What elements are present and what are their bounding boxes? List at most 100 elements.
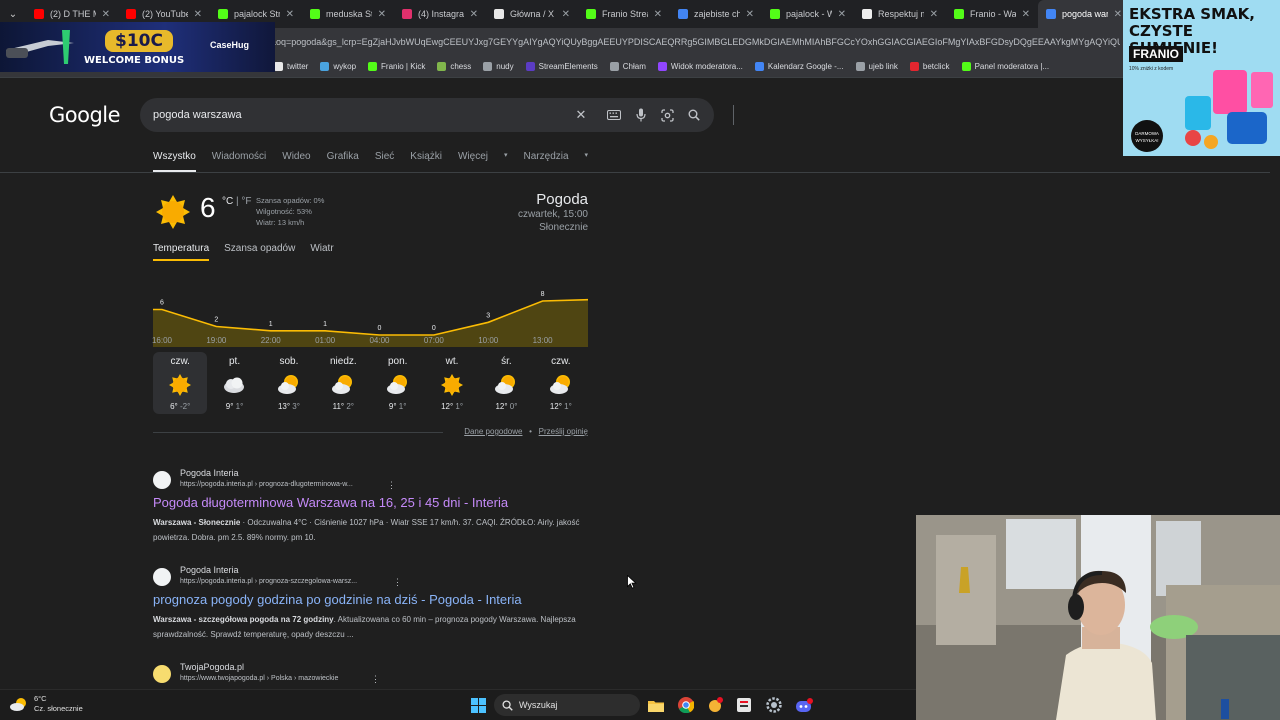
bookmark-item[interactable]: chess — [437, 62, 471, 71]
chrome-icon[interactable] — [676, 695, 696, 715]
bookmark-item[interactable]: Chłam — [609, 62, 646, 71]
forecast-day[interactable]: pt. 9° 1° — [207, 352, 261, 414]
url-field[interactable]: &oq=pogoda&gs_lcrp=EgZjaHJvbWUqEwgCEEUYJ… — [270, 32, 1120, 52]
temperature-unit-switch[interactable]: °C | °F — [222, 196, 252, 207]
nav-tab-0[interactable]: Wszystko — [153, 151, 196, 172]
forecast-high: 13° — [277, 402, 291, 411]
browser-tab[interactable]: meduska Stre ✕ — [302, 0, 394, 28]
nav-tab-3[interactable]: Grafika — [327, 151, 359, 172]
weather-data-link[interactable]: Dane pogodowe — [464, 427, 522, 436]
tab-close-icon[interactable]: ✕ — [378, 9, 386, 20]
tab-close-icon[interactable]: ✕ — [102, 9, 110, 20]
nav-tab-4[interactable]: Sieć — [375, 151, 394, 172]
more-options-icon[interactable]: ⋮ — [393, 577, 402, 588]
tab-close-icon[interactable]: ✕ — [194, 9, 202, 20]
bookmark-label: chess — [450, 62, 472, 71]
result-url[interactable]: https://pogoda.interia.pl › prognoza-dlu… — [180, 481, 353, 488]
keyboard-icon[interactable] — [605, 106, 623, 124]
bookmark-item[interactable]: StreamElements — [525, 62, 598, 71]
nav-divider — [0, 172, 1270, 173]
browser-tab[interactable]: pajalock - W ✕ — [762, 0, 854, 28]
forecast-day[interactable]: wt. 12° 1° — [425, 352, 479, 414]
ad-shipping-badge: DARMOWA WYSYŁKA! — [1131, 120, 1163, 152]
send-feedback-link[interactable]: Prześlij opinię — [539, 427, 588, 436]
result-title-link[interactable]: prognoza pogody godzina po godzinie na d… — [153, 592, 522, 607]
clear-icon[interactable]: ✕ — [572, 106, 590, 124]
nav-tab-2[interactable]: Wideo — [282, 151, 310, 172]
more-options-icon[interactable]: ⋮ — [387, 480, 396, 491]
tab-close-icon[interactable]: ✕ — [1022, 9, 1030, 20]
partly-cloudy-icon — [495, 375, 516, 394]
bookmark-item[interactable]: twitter — [274, 62, 308, 71]
discord-icon[interactable] — [794, 695, 814, 715]
result-url[interactable]: https://pogoda.interia.pl › prognoza-szc… — [180, 578, 357, 585]
browser-tab[interactable]: Respektuj m ✕ — [854, 0, 946, 28]
search-box[interactable]: ✕ — [140, 98, 734, 132]
result-site-name[interactable]: TwojaPogoda.pl — [180, 662, 244, 672]
browser-tab[interactable]: Franio Stream ✕ — [578, 0, 670, 28]
settings-gear-icon[interactable] — [764, 695, 784, 715]
google-lens-icon[interactable] — [658, 106, 676, 124]
more-options-icon[interactable]: ⋮ — [371, 674, 380, 685]
nav-tab-5[interactable]: Książki — [410, 151, 442, 172]
result-title-link[interactable]: Pogoda długoterminowa Warszawa na 16, 25… — [153, 495, 508, 510]
forecast-day[interactable]: czw. 6° -2° — [153, 352, 208, 414]
bookmark-item[interactable]: nudy — [483, 62, 514, 71]
weather-tab[interactable]: Temperatura — [153, 243, 210, 261]
browser-tab[interactable]: (4) Instagram ✕ — [394, 0, 486, 28]
taskbar-app-icon[interactable] — [734, 695, 754, 715]
nav-tab-6[interactable]: Więcej — [458, 151, 488, 172]
forecast-day[interactable]: niedz. 11° 2° — [316, 352, 370, 414]
forecast-day[interactable]: śr. 12° 0° — [479, 352, 533, 414]
bookmark-item[interactable]: Kalendarz Google -... — [754, 62, 844, 71]
franio-ad-banner[interactable]: EKSTRA SMAK,CZYSTE SUMIENIE! FRANIO 10% … — [1123, 0, 1280, 156]
browser-tab[interactable]: zajebiste chi ✕ — [670, 0, 762, 28]
ad-brand-name: FRANIO — [1129, 46, 1183, 62]
taskbar-search[interactable]: Wyszukaj — [494, 694, 640, 716]
nav-tab-1[interactable]: Wiadomości — [212, 151, 266, 172]
google-logo[interactable]: Google — [49, 103, 121, 127]
tab-favicon-icon — [402, 9, 412, 19]
forecast-day[interactable]: czw. 12° 1° — [534, 352, 588, 414]
file-explorer-icon[interactable] — [646, 695, 666, 715]
tab-close-icon[interactable]: ✕ — [746, 9, 754, 20]
unit-celsius[interactable]: °C — [222, 196, 233, 207]
bookmark-item[interactable]: Panel moderatora |... — [961, 62, 1049, 71]
tab-close-icon[interactable]: ✕ — [286, 9, 294, 20]
chart-data-label: 0 — [378, 325, 382, 332]
result-url[interactable]: https://www.twojapogoda.pl › Polska › ma… — [180, 675, 338, 682]
nav-tab-7[interactable]: Narzędzia — [524, 151, 569, 172]
unit-fahrenheit[interactable]: °F — [241, 196, 251, 207]
browser-tab[interactable]: Główna / X ✕ — [486, 0, 578, 28]
bookmark-item[interactable]: Franio | Kick — [368, 62, 425, 71]
tab-close-icon[interactable]: ✕ — [1114, 9, 1122, 20]
bookmark-favicon-icon — [909, 62, 919, 71]
bookmark-item[interactable]: wykop — [320, 62, 356, 71]
browser-tab[interactable]: Franio - Wat ✕ — [946, 0, 1038, 28]
result-site-name[interactable]: Pogoda Interia — [180, 565, 239, 575]
bookmark-item[interactable]: betclick — [909, 62, 950, 71]
tab-close-icon[interactable]: ✕ — [654, 9, 662, 20]
chart-hour-labels: 16:00 19:00 22:00 01:00 04:00 07:00 10:00 13:00 — [152, 336, 588, 348]
weather-tab[interactable]: Wiatr — [310, 243, 333, 261]
taskbar-app-icon[interactable] — [705, 695, 725, 715]
taskbar-weather-widget[interactable]: 6°C Cz. słonecznie — [10, 694, 83, 714]
browser-tab[interactable]: pogoda war ✕ — [1038, 0, 1130, 28]
tab-close-icon[interactable]: ✕ — [838, 9, 846, 20]
bookmark-item[interactable]: ujeb link — [855, 62, 898, 71]
bookmark-item[interactable]: Widok moderatora... — [657, 62, 743, 71]
microphone-icon[interactable] — [632, 106, 650, 124]
forecast-day[interactable]: pon. 9° 1° — [371, 352, 425, 414]
search-icon[interactable] — [685, 106, 703, 124]
windows-start-icon[interactable] — [468, 695, 488, 715]
casehug-ad-banner[interactable]: $10C WELCOME BONUS CaseHug — [0, 22, 275, 72]
tab-close-icon[interactable]: ✕ — [470, 9, 478, 20]
weather-tab[interactable]: Szansa opadów — [224, 243, 295, 261]
forecast-high: 12° — [549, 402, 562, 411]
search-input[interactable] — [153, 106, 553, 124]
tab-close-icon[interactable]: ✕ — [562, 9, 570, 20]
result-site-name[interactable]: Pogoda Interia — [180, 468, 239, 478]
forecast-day[interactable]: sob. 13° 3° — [262, 352, 316, 414]
ad-bonus-amount: $10C — [105, 30, 173, 52]
tab-close-icon[interactable]: ✕ — [930, 9, 938, 20]
